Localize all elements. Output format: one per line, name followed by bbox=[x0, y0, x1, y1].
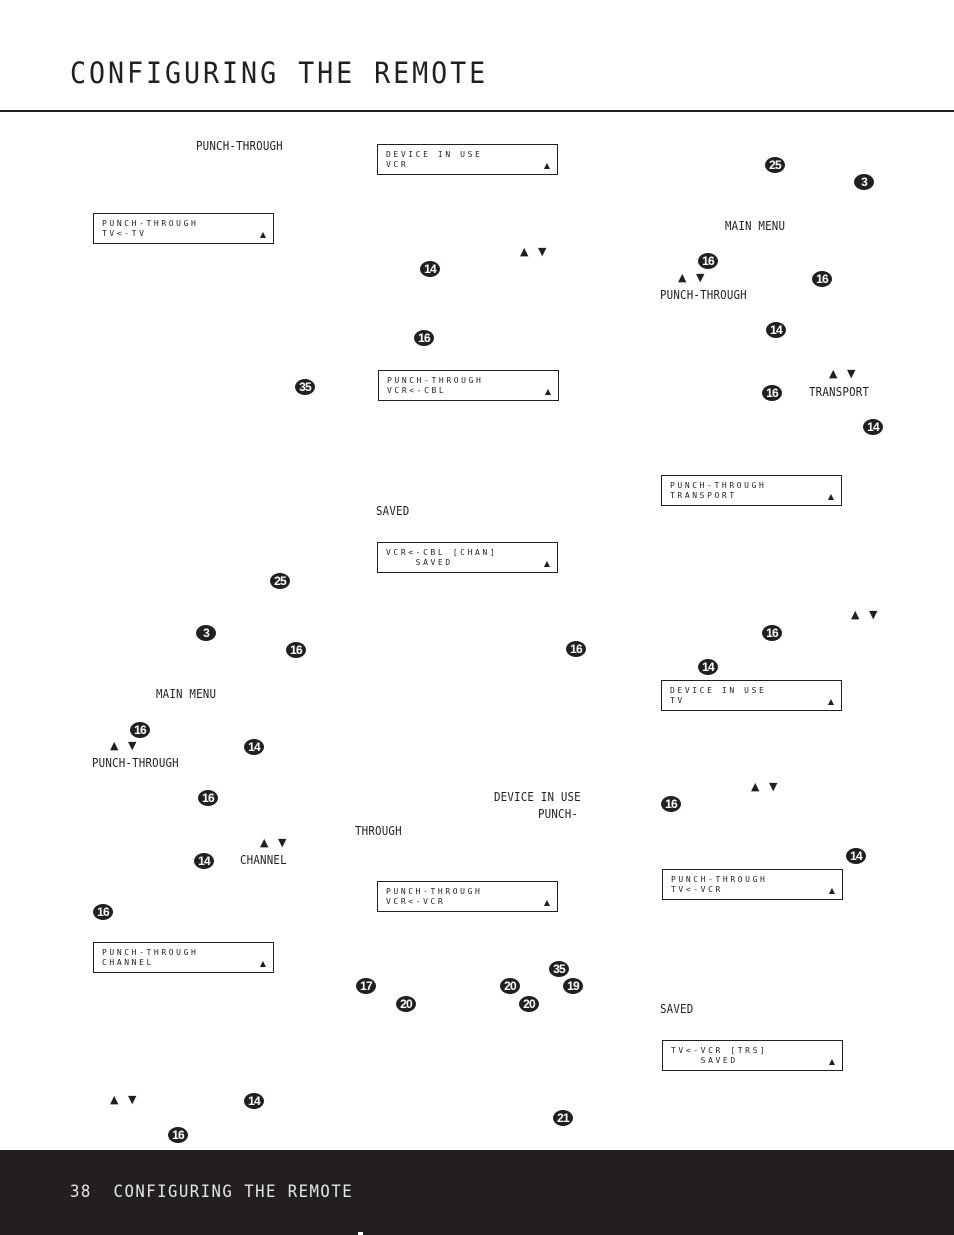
lcd-up-arrow-icon: ▲ bbox=[827, 492, 834, 501]
lcd-display: DEVICE IN USE VCR ▲ bbox=[377, 144, 558, 175]
up-down-arrows-icon: ▲ ▼ bbox=[110, 739, 140, 752]
button-callout-icon: 14 bbox=[863, 419, 883, 435]
button-callout-icon: 16 bbox=[130, 722, 150, 738]
lcd-line-1: TV<-VCR [TRS] bbox=[671, 1046, 768, 1055]
lcd-line-1: PUNCH-THROUGH bbox=[102, 219, 199, 228]
lcd-line-1: VCR<-CBL [CHAN] bbox=[386, 548, 498, 557]
button-callout-icon: 14 bbox=[244, 1093, 264, 1109]
lcd-up-arrow-icon: ▲ bbox=[543, 161, 550, 170]
text-saved: SAVED bbox=[660, 1002, 694, 1016]
button-callout-icon: 16 bbox=[762, 625, 782, 641]
text-punch-through: PUNCH-THROUGH bbox=[660, 288, 747, 302]
lcd-line-1: PUNCH-THROUGH bbox=[670, 481, 767, 490]
lcd-line-2: TV bbox=[670, 696, 685, 705]
lcd-line-2: SAVED bbox=[386, 558, 453, 567]
lcd-up-arrow-icon: ▲ bbox=[543, 898, 550, 907]
lcd-line-2: TV<-VCR bbox=[671, 885, 723, 894]
button-callout-icon: 17 bbox=[356, 978, 376, 994]
button-callout-icon: 3 bbox=[196, 625, 216, 641]
button-callout-icon: 14 bbox=[698, 659, 718, 675]
text-device-in-use: DEVICE IN USE bbox=[494, 790, 581, 804]
text-main-menu: MAIN MENU bbox=[725, 219, 786, 233]
lcd-up-arrow-icon: ▲ bbox=[544, 387, 551, 396]
text-saved: SAVED bbox=[376, 504, 410, 518]
lcd-up-arrow-icon: ▲ bbox=[259, 230, 266, 239]
button-callout-icon: 16 bbox=[93, 904, 113, 920]
text-punch: PUNCH- bbox=[538, 807, 579, 821]
lcd-display: PUNCH-THROUGH VCR<-VCR ▲ bbox=[377, 881, 558, 912]
lcd-line-2: VCR<-VCR bbox=[386, 897, 446, 906]
button-callout-icon: 14 bbox=[194, 853, 214, 869]
lcd-line-1: PUNCH-THROUGH bbox=[671, 875, 768, 884]
button-callout-icon: 25 bbox=[765, 157, 785, 173]
button-callout-icon: 14 bbox=[766, 322, 786, 338]
lcd-line-1: PUNCH-THROUGH bbox=[387, 376, 484, 385]
button-callout-icon: 20 bbox=[519, 996, 539, 1012]
lcd-line-2: VCR<-CBL bbox=[387, 386, 447, 395]
lcd-display: PUNCH-THROUGH TV<-VCR ▲ bbox=[662, 869, 843, 900]
text-punch-through: PUNCH-THROUGH bbox=[92, 756, 179, 770]
up-down-arrows-icon: ▲ ▼ bbox=[110, 1093, 140, 1106]
lcd-line-1: DEVICE IN USE bbox=[386, 150, 483, 159]
button-callout-icon: 25 bbox=[270, 573, 290, 589]
up-down-arrows-icon: ▲ ▼ bbox=[678, 271, 708, 284]
button-callout-icon: 16 bbox=[566, 641, 586, 657]
lcd-display: PUNCH-THROUGH TRANSPORT ▲ bbox=[661, 475, 842, 506]
lcd-display: VCR<-CBL [CHAN] SAVED ▲ bbox=[377, 542, 558, 573]
page-title: CONFIGURING THE REMOTE bbox=[70, 56, 489, 90]
lcd-display: PUNCH-THROUGH VCR<-CBL ▲ bbox=[378, 370, 559, 401]
button-callout-icon: 16 bbox=[698, 253, 718, 269]
lcd-line-1: PUNCH-THROUGH bbox=[386, 887, 483, 896]
lcd-up-arrow-icon: ▲ bbox=[259, 959, 266, 968]
lcd-display: TV<-VCR [TRS] SAVED ▲ bbox=[662, 1040, 843, 1071]
text-punch-through: PUNCH-THROUGH bbox=[196, 139, 283, 153]
lcd-display: PUNCH-THROUGH TV<-TV ▲ bbox=[93, 213, 274, 244]
button-callout-icon: 16 bbox=[762, 385, 782, 401]
button-callout-icon: 35 bbox=[549, 961, 569, 977]
up-down-arrows-icon: ▲ ▼ bbox=[520, 245, 550, 258]
up-down-arrows-icon: ▲ ▼ bbox=[829, 367, 859, 380]
button-callout-icon: 19 bbox=[563, 978, 583, 994]
lcd-line-1: DEVICE IN USE bbox=[670, 686, 767, 695]
title-divider bbox=[0, 110, 954, 112]
button-callout-icon: 16 bbox=[168, 1127, 188, 1143]
lcd-up-arrow-icon: ▲ bbox=[828, 886, 835, 895]
up-down-arrows-icon: ▲ ▼ bbox=[851, 608, 881, 621]
button-callout-icon: 14 bbox=[420, 261, 440, 277]
text-channel: CHANNEL bbox=[240, 853, 287, 867]
button-callout-icon: 16 bbox=[286, 642, 306, 658]
lcd-line-2: VCR bbox=[386, 160, 409, 169]
text-transport: TRANSPORT bbox=[809, 385, 870, 399]
footer-section-title: CONFIGURING THE REMOTE bbox=[113, 1182, 354, 1202]
button-callout-icon: 16 bbox=[661, 796, 681, 812]
lcd-line-1: PUNCH-THROUGH bbox=[102, 948, 199, 957]
page-number: 38 bbox=[70, 1182, 92, 1202]
lcd-up-arrow-icon: ▲ bbox=[827, 697, 834, 706]
button-callout-icon: 16 bbox=[812, 271, 832, 287]
button-callout-icon: 16 bbox=[414, 330, 434, 346]
button-callout-icon: 3 bbox=[854, 174, 874, 190]
lcd-line-2: SAVED bbox=[671, 1056, 738, 1065]
lcd-up-arrow-icon: ▲ bbox=[543, 559, 550, 568]
button-callout-icon: 14 bbox=[846, 848, 866, 864]
lcd-line-2: TV<-TV bbox=[102, 229, 147, 238]
lcd-line-2: CHANNEL bbox=[102, 958, 154, 967]
up-down-arrows-icon: ▲ ▼ bbox=[260, 836, 290, 849]
lcd-up-arrow-icon: ▲ bbox=[828, 1057, 835, 1066]
button-callout-icon: 14 bbox=[244, 739, 264, 755]
text-main-menu: MAIN MENU bbox=[156, 687, 217, 701]
button-callout-icon: 21 bbox=[553, 1110, 573, 1126]
up-down-arrows-icon: ▲ ▼ bbox=[751, 780, 781, 793]
text-through: THROUGH bbox=[355, 824, 402, 838]
button-callout-icon: 20 bbox=[396, 996, 416, 1012]
lcd-display: DEVICE IN USE TV ▲ bbox=[661, 680, 842, 711]
button-callout-icon: 35 bbox=[295, 379, 315, 395]
button-callout-icon: 16 bbox=[198, 790, 218, 806]
lcd-display: PUNCH-THROUGH CHANNEL ▲ bbox=[93, 942, 274, 973]
lcd-line-2: TRANSPORT bbox=[670, 491, 737, 500]
footer-label: 38 CONFIGURING THE REMOTE bbox=[70, 1182, 353, 1202]
button-callout-icon: 20 bbox=[500, 978, 520, 994]
